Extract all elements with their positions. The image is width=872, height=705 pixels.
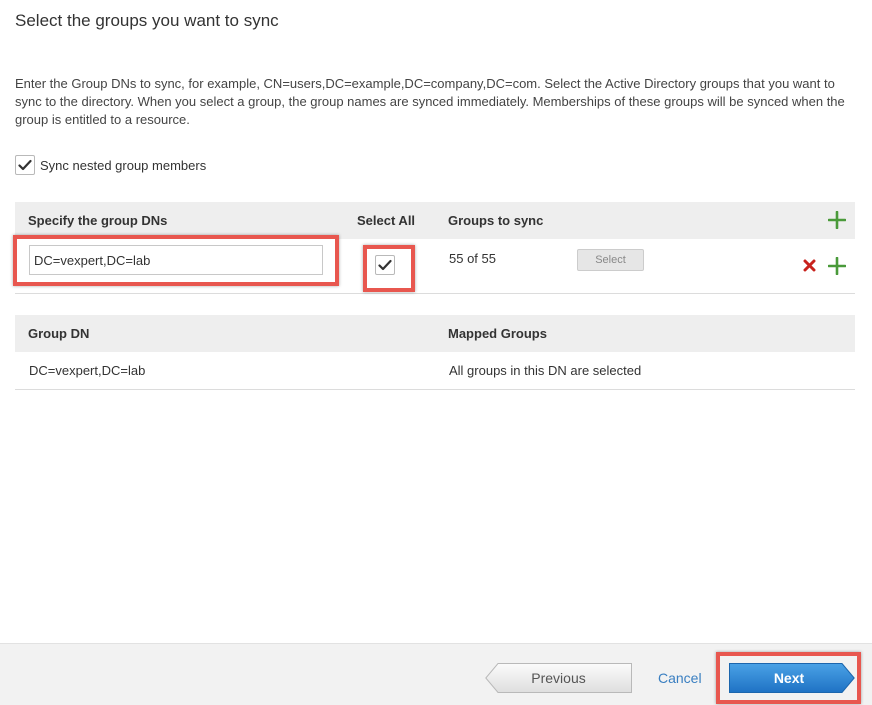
mapped-dn-cell: DC=vexpert,DC=lab — [29, 363, 146, 378]
header-groups-to-sync: Groups to sync — [448, 213, 544, 228]
mapped-table-header: Group DN Mapped Groups — [15, 315, 855, 352]
plus-icon[interactable] — [828, 211, 846, 229]
check-icon — [18, 159, 32, 171]
group-dn-table-header: Specify the group DNs Select All Groups … — [15, 202, 855, 239]
next-button[interactable]: Next — [729, 663, 855, 693]
previous-button[interactable]: Previous — [485, 663, 632, 693]
header-specify-dns: Specify the group DNs — [28, 213, 168, 228]
wizard-footer: Previous Cancel Next — [0, 643, 872, 705]
x-icon[interactable] — [803, 259, 816, 272]
sync-nested-option: Sync nested group members — [15, 155, 206, 175]
sync-nested-checkbox[interactable] — [15, 155, 35, 175]
cancel-link[interactable]: Cancel — [658, 670, 702, 686]
sync-nested-label: Sync nested group members — [40, 157, 207, 173]
mapped-groups-cell: All groups in this DN are selected — [449, 363, 642, 378]
plus-icon[interactable] — [828, 257, 846, 275]
select-all-checkbox[interactable] — [375, 255, 395, 275]
next-label: Next — [773, 670, 805, 686]
header-group-dn: Group DN — [28, 326, 90, 341]
header-mapped-groups: Mapped Groups — [448, 326, 547, 341]
group-dn-row: 55 of 55 Select — [13, 235, 855, 294]
page-description: Enter the Group DNs to sync, for example… — [15, 76, 845, 127]
header-select-all: Select All — [357, 213, 416, 228]
select-groups-button[interactable]: Select — [577, 249, 644, 271]
page-title: Select the groups you want to sync — [15, 11, 279, 30]
group-dn-input[interactable] — [29, 245, 323, 275]
groups-count: 55 of 55 — [449, 251, 496, 266]
table-row: DC=vexpert,DC=lab All groups in this DN … — [15, 352, 855, 390]
previous-label: Previous — [531, 670, 586, 686]
check-icon — [378, 259, 392, 271]
